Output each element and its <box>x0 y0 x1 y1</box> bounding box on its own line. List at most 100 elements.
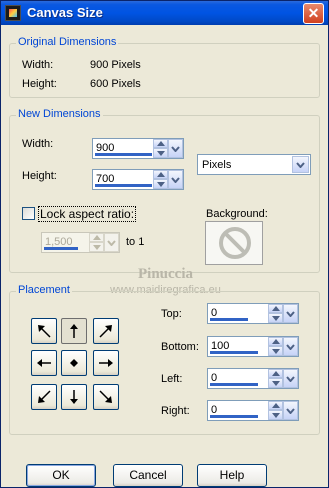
help-button[interactable]: Help <box>197 464 267 487</box>
right-spinbox[interactable]: 0 <box>207 400 299 421</box>
right-dropdown-button[interactable] <box>283 401 298 420</box>
height-slider-bar[interactable] <box>95 184 152 187</box>
place-top-left[interactable] <box>31 318 57 344</box>
width-up-button[interactable] <box>153 139 168 148</box>
units-dropdown-button[interactable] <box>292 156 309 173</box>
arrow-up-icon <box>272 371 280 376</box>
width-slider-bar[interactable] <box>95 153 152 156</box>
top-dropdown-button[interactable] <box>283 304 298 323</box>
arrow-down-left-icon <box>38 390 51 403</box>
left-up-button[interactable] <box>268 369 283 378</box>
new-height-label: Height: <box>22 170 57 182</box>
background-label: Background: <box>206 208 268 220</box>
arrow-right-icon <box>99 359 113 367</box>
original-height-value: 600 Pixels <box>90 78 141 90</box>
place-top-right[interactable] <box>93 318 119 344</box>
width-dropdown-button[interactable] <box>168 139 183 158</box>
place-middle-right[interactable] <box>93 350 119 376</box>
ratio-dropdown-button[interactable] <box>104 233 119 252</box>
ratio-up-button[interactable] <box>89 233 104 242</box>
aspect-ratio-spinbox[interactable]: 1,500 <box>41 232 120 253</box>
left-label: Left: <box>161 373 183 385</box>
width-down-button[interactable] <box>153 148 168 158</box>
right-up-button[interactable] <box>268 401 283 410</box>
top-down-button[interactable] <box>268 313 283 323</box>
left-spinbox[interactable]: 0 <box>207 368 299 389</box>
right-slider-bar[interactable] <box>210 415 258 418</box>
arrow-down-right-icon <box>99 390 112 403</box>
close-icon: ✕ <box>307 5 320 21</box>
units-selected-value: Pixels <box>202 159 232 171</box>
place-bottom-left[interactable] <box>31 384 57 410</box>
place-top-center[interactable] <box>61 318 87 344</box>
arrow-down-icon <box>93 245 101 250</box>
lock-aspect-ratio-checkbox[interactable] <box>22 207 35 220</box>
units-select[interactable]: Pixels <box>197 154 311 175</box>
chevron-down-icon <box>286 311 295 317</box>
top-spinbox[interactable]: 0 <box>207 303 299 324</box>
arrow-up-icon <box>157 141 165 146</box>
window-title: Canvas Size <box>27 5 103 20</box>
bottom-spinbox[interactable]: 100 <box>207 336 299 357</box>
arrow-up-icon <box>70 324 78 338</box>
bottom-up-button[interactable] <box>268 337 283 346</box>
arrow-down-icon <box>272 349 280 354</box>
bottom-down-button[interactable] <box>268 346 283 356</box>
original-width-label: Width: <box>22 59 54 71</box>
aspect-ratio-suffix: to 1 <box>126 236 145 248</box>
chevron-down-icon <box>171 146 180 152</box>
arrow-down-icon <box>157 151 165 156</box>
place-bottom-right[interactable] <box>93 384 119 410</box>
arrow-up-icon <box>93 235 101 240</box>
height-dropdown-button[interactable] <box>168 170 183 189</box>
ratio-down-button[interactable] <box>89 242 104 252</box>
arrow-up-icon <box>272 403 280 408</box>
cancel-button[interactable]: Cancel <box>113 464 183 487</box>
place-middle-left[interactable] <box>31 350 57 376</box>
right-label: Right: <box>161 405 190 417</box>
bottom-slider-bar[interactable] <box>210 351 258 354</box>
top-up-button[interactable] <box>268 304 283 313</box>
arrow-down-icon <box>272 316 280 321</box>
app-icon <box>5 5 21 21</box>
height-spinbox[interactable]: 700 <box>92 169 184 190</box>
new-dimensions-legend: New Dimensions <box>16 108 103 120</box>
top-label: Top: <box>161 308 182 320</box>
canvas-size-dialog: Canvas Size ✕ Original Dimensions Width:… <box>0 0 329 488</box>
aspect-ratio-slider-bar[interactable] <box>44 247 78 250</box>
title-bar[interactable]: Canvas Size ✕ <box>1 1 328 25</box>
arrow-down-icon <box>157 182 165 187</box>
close-button[interactable]: ✕ <box>303 3 324 24</box>
original-height-label: Height: <box>22 78 57 90</box>
bottom-label: Bottom: <box>161 341 199 353</box>
background-swatch[interactable] <box>205 221 263 265</box>
left-dropdown-button[interactable] <box>283 369 298 388</box>
arrow-up-icon <box>157 172 165 177</box>
original-width-value: 900 Pixels <box>90 59 141 71</box>
left-slider-bar[interactable] <box>210 383 258 386</box>
new-width-label: Width: <box>22 138 54 150</box>
height-up-button[interactable] <box>153 170 168 179</box>
no-color-icon <box>219 227 251 259</box>
watermark-title: Pinuccia <box>138 266 193 282</box>
arrow-up-right-icon <box>99 325 112 338</box>
bottom-dropdown-button[interactable] <box>283 337 298 356</box>
right-down-button[interactable] <box>268 410 283 420</box>
top-slider-bar[interactable] <box>210 318 248 321</box>
arrow-left-icon <box>37 359 51 367</box>
place-center[interactable] <box>61 350 87 376</box>
arrow-up-left-icon <box>38 325 51 338</box>
arrow-down-icon <box>272 381 280 386</box>
width-spinbox[interactable]: 900 <box>92 138 184 159</box>
ok-button[interactable]: OK <box>26 464 96 487</box>
height-down-button[interactable] <box>153 179 168 189</box>
original-dimensions-legend: Original Dimensions <box>16 36 119 48</box>
chevron-down-icon <box>286 376 295 382</box>
place-bottom-center[interactable] <box>61 384 87 410</box>
lock-aspect-ratio-label[interactable]: Lock aspect ratio: <box>38 206 137 222</box>
chevron-down-icon <box>171 177 180 183</box>
chevron-down-icon <box>107 240 116 246</box>
chevron-down-icon <box>296 162 305 168</box>
left-down-button[interactable] <box>268 378 283 388</box>
placement-legend: Placement <box>16 284 72 296</box>
